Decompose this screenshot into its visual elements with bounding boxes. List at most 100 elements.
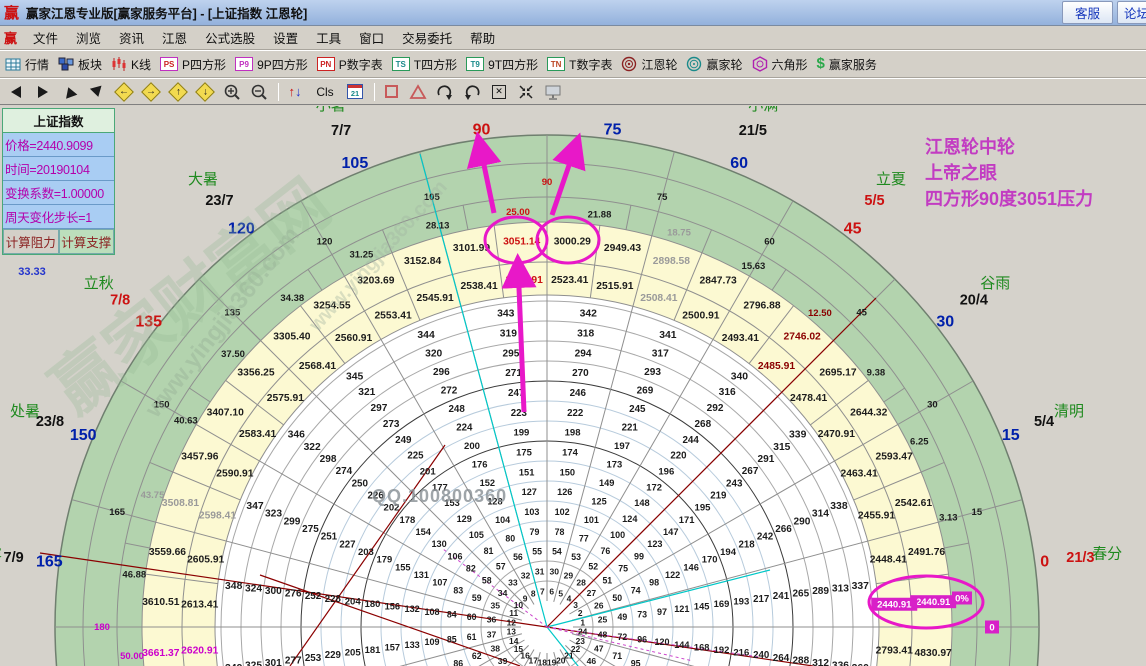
svg-text:130: 130 [431,539,446,549]
svg-text:145: 145 [694,602,709,612]
conversion-factor-field: 变换系数=1.00000 [3,181,114,205]
calc-resistance-button[interactable]: 计算阻力 [3,229,59,254]
svg-text:107: 107 [432,578,447,588]
toolbar-item-label: T四方形 [414,56,457,73]
rectangle-tool-icon[interactable] [381,82,401,102]
toolbar-9t-square[interactable]: T99T四方形 [466,56,538,73]
updown-arrows-icon[interactable]: ↑↓ [285,82,305,102]
customer-service-button[interactable]: 客服 [1062,1,1113,24]
menu-browse[interactable]: 浏览 [67,26,110,49]
svg-text:2493.41: 2493.41 [722,333,759,344]
toolbar-item-label: P四方形 [182,56,226,73]
menu-window[interactable]: 窗口 [350,26,393,49]
zoom-in-icon[interactable] [222,82,242,102]
menu-trade[interactable]: 交易委托 [393,26,461,49]
menu-help[interactable]: 帮助 [461,26,504,49]
toolbar-t-table[interactable]: TNT数字表 [547,56,612,73]
forward-icon[interactable] [33,82,53,102]
svg-text:谷雨: 谷雨 [980,275,1010,292]
svg-text:2538.41: 2538.41 [460,281,497,292]
svg-text:170: 170 [702,554,718,565]
down-icon[interactable] [87,82,107,102]
zoom-out-icon[interactable] [249,82,269,102]
svg-text:100: 100 [610,530,625,540]
svg-text:21.88: 21.88 [588,209,612,220]
toolbar-sectors[interactable]: 板块 [58,56,102,73]
svg-text:34: 34 [498,588,508,598]
menu-stock-picker[interactable]: 公式选股 [196,26,264,49]
svg-text:18.75: 18.75 [667,227,691,238]
svg-text:133: 133 [405,640,420,650]
toolbar-p-square[interactable]: PS P四方形 [160,56,226,73]
menu-gann[interactable]: 江恩 [153,26,196,49]
menu-tools[interactable]: 工具 [307,26,350,49]
svg-text:白露: 白露 [0,545,2,562]
svg-text:3305.40: 3305.40 [273,332,310,343]
svg-text:60: 60 [730,155,748,172]
menu-news[interactable]: 资讯 [110,26,153,49]
svg-text:小暑: 小暑 [316,106,346,114]
move-right-icon[interactable]: → [141,82,161,102]
svg-text:2440.91: 2440.91 [877,600,912,611]
svg-text:3407.10: 3407.10 [207,407,244,418]
svg-text:31.25: 31.25 [349,250,373,261]
svg-text:3356.25: 3356.25 [237,367,274,378]
toolbar-quotes[interactable]: 行情 [5,56,49,73]
svg-text:86: 86 [453,659,463,666]
svg-text:241: 241 [773,591,790,602]
svg-text:194: 194 [720,547,737,558]
menu-file[interactable]: 文件 [24,26,67,49]
toolbar-winner-service[interactable]: $赢家服务 [817,56,877,73]
svg-text:60: 60 [764,237,775,248]
presentation-icon[interactable] [543,82,563,102]
svg-text:立秋: 立秋 [84,275,114,292]
move-up-icon[interactable]: ↑ [168,82,188,102]
toolbar-9p-square[interactable]: P99P四方形 [235,56,308,73]
center-arrows-icon[interactable] [516,82,536,102]
svg-text:277: 277 [285,655,302,666]
svg-text:15.63: 15.63 [742,261,766,272]
move-down-icon[interactable]: ↓ [195,82,215,102]
svg-text:294: 294 [575,348,592,359]
svg-text:342: 342 [580,309,598,320]
svg-text:269: 269 [637,385,654,396]
child-window-icon[interactable]: 赢 [4,28,24,47]
svg-text:2508.41: 2508.41 [640,293,677,304]
move-left-icon[interactable]: ← [114,82,134,102]
rotate-cw-icon[interactable] [435,82,455,102]
svg-text:30: 30 [927,400,938,411]
svg-text:348: 348 [225,581,243,592]
calc-support-button[interactable]: 计算支撑 [59,229,115,254]
svg-text:173: 173 [607,458,623,469]
rotate-ccw-icon[interactable] [462,82,482,102]
up-icon[interactable] [60,82,80,102]
svg-text:105: 105 [342,155,369,172]
svg-text:144: 144 [674,640,690,650]
triangle-tool-icon[interactable] [408,82,428,102]
toolbar-p-table[interactable]: PNP数字表 [317,56,383,73]
gann-wheel-canvas[interactable]: 1234567891011121314151617181920212223242… [0,106,1146,666]
svg-text:34.38: 34.38 [280,293,304,304]
delete-box-icon[interactable]: ✕ [489,82,509,102]
cls-button[interactable]: Cls [312,82,338,102]
menu-settings[interactable]: 设置 [264,26,307,49]
app-logo-icon: 赢 [4,2,26,23]
gann-wheel-chart-area[interactable]: 1234567891011121314151617181920212223242… [0,106,1146,666]
calendar-icon[interactable]: 21 [345,82,365,102]
svg-text:197: 197 [614,441,630,452]
svg-text:249: 249 [395,435,412,446]
forum-button[interactable]: 论坛 [1117,1,1146,24]
toolbar-kline[interactable]: K线 [111,56,151,73]
toolbar-winner-wheel[interactable]: 赢家轮 [686,56,742,73]
svg-text:50.00: 50.00 [120,651,144,662]
svg-text:75: 75 [604,121,622,138]
toolbar-gann-wheel[interactable]: 江恩轮 [621,56,677,73]
toolbar-hexagon[interactable]: 六角形 [752,56,808,73]
toolbar-t-square[interactable]: TST四方形 [392,56,457,73]
svg-text:121: 121 [674,604,689,614]
svg-text:50: 50 [612,593,622,603]
svg-text:54: 54 [552,547,562,557]
box-t9-icon: T9 [466,57,484,71]
back-icon[interactable] [6,82,26,102]
box-ps-icon: PS [160,57,178,71]
